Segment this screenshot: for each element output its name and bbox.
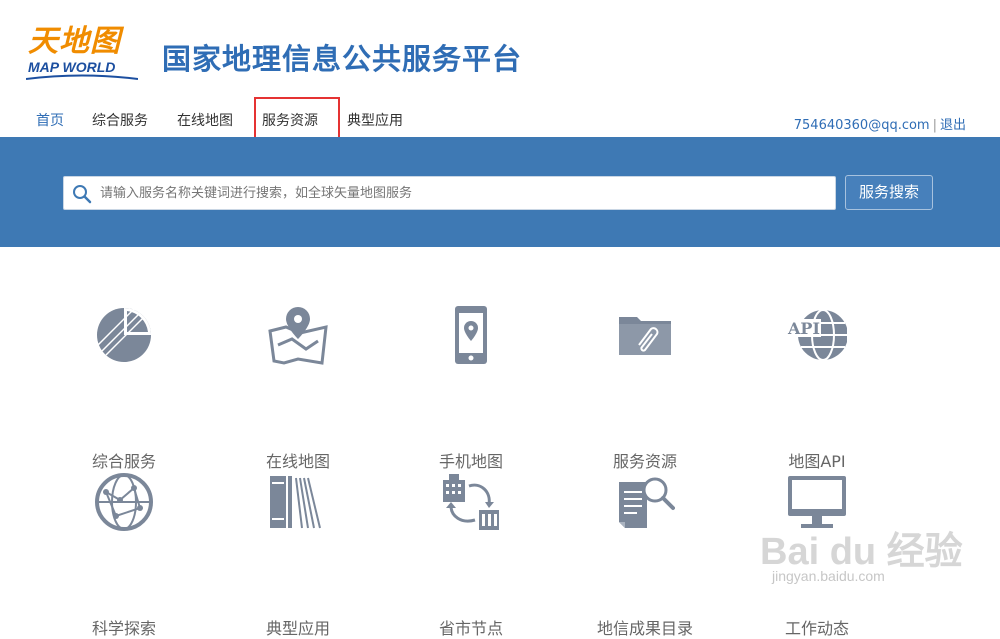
tile-label: 综合服务: [91, 452, 156, 471]
nav-item-home[interactable]: 首页: [36, 110, 64, 130]
city-exchange-icon: [443, 474, 499, 530]
search-input[interactable]: [100, 177, 830, 209]
search-banner: 服务搜索: [0, 137, 1000, 247]
pie-chart-icon: [97, 308, 151, 362]
tile-mobile-map[interactable]: 手机地图: [401, 305, 541, 471]
tile-typical-apps[interactable]: 典型应用: [228, 472, 368, 638]
logout-link[interactable]: 退出: [940, 118, 966, 133]
logo-swoosh-icon: [26, 74, 138, 80]
mobile-map-icon: [455, 306, 487, 364]
tile-label: 地图API: [788, 452, 846, 471]
monitor-icon: [788, 476, 846, 528]
nav-item-typical-apps[interactable]: 典型应用: [347, 110, 403, 130]
site-title: 国家地理信息公共服务平台: [162, 42, 523, 76]
tile-services[interactable]: 综合服务: [54, 305, 194, 471]
tile-label: 手机地图: [438, 452, 503, 471]
tile-label: 在线地图: [265, 452, 330, 471]
logo-chinese-text: 天地图: [28, 24, 121, 59]
tile-label: 地信成果目录: [596, 619, 693, 638]
tile-provincial-nodes[interactable]: 省市节点: [401, 472, 541, 638]
logo-english-text: MAP WORLD: [28, 59, 116, 75]
nav-item-services[interactable]: 综合服务: [92, 110, 148, 130]
document-search-icon: [619, 477, 675, 528]
tile-science[interactable]: 科学探索: [54, 472, 194, 638]
user-separator: |: [932, 118, 937, 133]
folder-clip-icon: [619, 317, 671, 355]
tile-label: 服务资源: [612, 452, 677, 471]
header: 天地图 MAP WORLD 国家地理信息公共服务平台 首页 综合服务 在线地图 …: [0, 0, 1000, 147]
service-grid: 综合服务 在线地图 手机地图 服务资源 API 地图API 科学探索 典型应用 …: [0, 247, 1000, 638]
search-box: [63, 176, 836, 210]
api-globe-icon: API: [787, 309, 847, 361]
tile-catalog[interactable]: 地信成果目录: [575, 472, 715, 638]
user-area: 754640360@qq.com | 退出: [794, 114, 966, 133]
tile-service-resources[interactable]: 服务资源: [575, 305, 715, 471]
tile-map-api[interactable]: API 地图API: [747, 305, 887, 471]
map-pin-icon: [268, 307, 328, 365]
search-button[interactable]: 服务搜索: [845, 175, 933, 210]
nav-item-online-map[interactable]: 在线地图: [177, 110, 233, 130]
site-logo[interactable]: 天地图 MAP WORLD: [26, 14, 142, 84]
tile-online-map[interactable]: 在线地图: [228, 305, 368, 471]
books-icon: [270, 476, 321, 529]
tile-label: 工作动态: [784, 619, 849, 638]
network-globe-icon: [95, 473, 153, 531]
tile-work-news[interactable]: 工作动态: [747, 472, 887, 638]
tile-label: 科学探索: [91, 619, 156, 638]
tile-label: 典型应用: [265, 619, 330, 638]
tile-label: 省市节点: [438, 619, 503, 638]
search-icon: [73, 185, 92, 204]
svg-text:API: API: [787, 319, 820, 338]
user-email-link[interactable]: 754640360@qq.com: [794, 118, 930, 133]
